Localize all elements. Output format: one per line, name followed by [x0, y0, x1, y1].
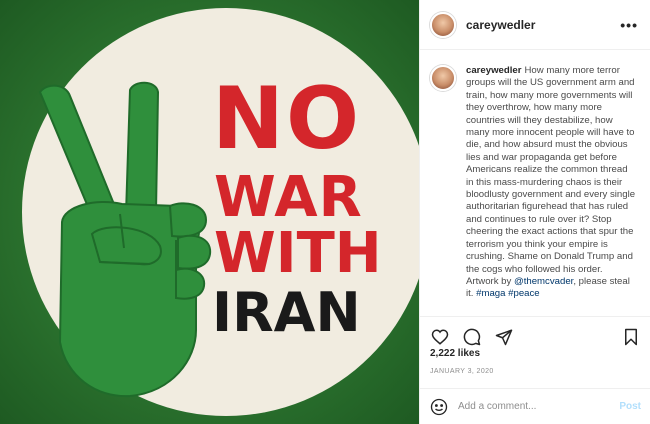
post-header: careywedler ••• — [420, 0, 650, 50]
heart-icon[interactable] — [430, 327, 450, 347]
caption-body: How many more terror groups will the US … — [466, 65, 636, 287]
post-button[interactable]: Post — [619, 401, 641, 412]
hashtag-maga-link[interactable]: #maga — [476, 288, 505, 299]
poster-word-no: NO — [212, 69, 362, 169]
likes-count[interactable]: 2,222 likes — [430, 348, 480, 359]
avatar[interactable] — [430, 11, 456, 38]
post-date: JANUARY 3, 2020 — [430, 368, 494, 375]
share-icon[interactable] — [494, 327, 514, 347]
caption-section: careywedler How many more terror groups w… — [420, 51, 650, 316]
poster-word-iran: IRAN — [212, 281, 361, 344]
poster-word-war: WAR — [214, 165, 363, 230]
post-side-panel: careywedler ••• careywedler How many more… — [419, 0, 650, 424]
save-icon[interactable] — [621, 327, 641, 347]
caption-username[interactable]: careywedler — [466, 65, 521, 76]
more-options-icon[interactable]: ••• — [620, 17, 638, 33]
comment-input[interactable] — [458, 401, 608, 412]
caption-text: careywedler How many more terror groups w… — [466, 65, 637, 316]
comment-icon[interactable] — [462, 327, 482, 347]
caption-mention-link[interactable]: @themcvader — [514, 276, 573, 287]
poster-word-with: WITH — [214, 221, 382, 286]
emoji-icon[interactable] — [430, 398, 448, 416]
post-image[interactable]: NO WAR WITH IRAN — [0, 0, 419, 424]
hashtag-peace-link[interactable]: #peace — [508, 288, 539, 299]
caption-avatar[interactable] — [430, 65, 456, 91]
header-username[interactable]: careywedler — [466, 18, 535, 32]
comment-bar: Post — [420, 388, 650, 424]
